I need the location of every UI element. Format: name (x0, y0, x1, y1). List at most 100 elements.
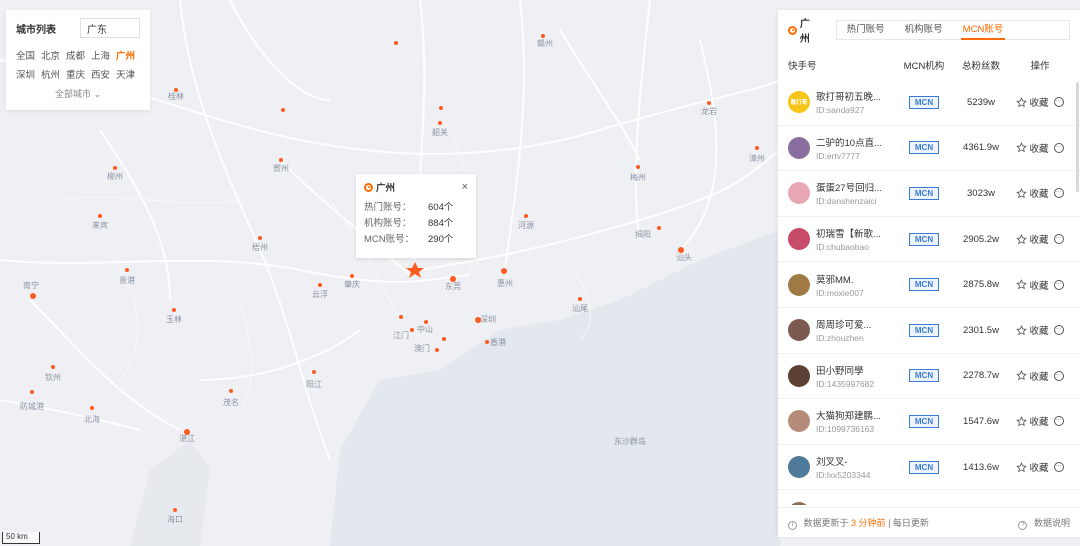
mcn-badge[interactable]: MCN (908, 369, 940, 383)
scrollbar[interactable] (1076, 82, 1079, 192)
popup-stat-value: 290个 (428, 234, 454, 245)
account-name[interactable]: 田小野同學 (816, 363, 896, 377)
popup-city-name: 广州 (376, 183, 396, 194)
table-row[interactable]: 刘叉叉- ID:lxx5203344 MCN 1413.6w 收藏 ··· (778, 445, 1080, 491)
more-icon[interactable]: ··· (1053, 370, 1064, 381)
table-row[interactable]: 二驴的10点直... ID:ertv7777 MCN 4361.9w 收藏 ··… (778, 126, 1080, 172)
help-icon: ? (1018, 520, 1028, 530)
mcn-badge[interactable]: MCN (908, 186, 940, 200)
table-row[interactable]: 周周珍可爱... ID:zhouzhen MCN 2301.5w 收藏 ··· (778, 308, 1080, 354)
account-cell[interactable]: 刘叉叉- ID:lxx5203344 (778, 454, 896, 480)
account-name[interactable]: 周周珍可爱... (816, 317, 896, 331)
account-cell[interactable]: 初瑞雪【新歌... ID:chubaobao (778, 226, 896, 252)
favorite-label: 收藏 (1029, 235, 1049, 247)
map-city-label: 赣州 (537, 38, 553, 48)
close-icon[interactable]: × (462, 181, 468, 193)
table-row[interactable]: 初瑞雪【新歌... ID:chubaobao MCN 2905.2w 收藏 ··… (778, 217, 1080, 263)
city-option[interactable]: 天津 (116, 67, 140, 81)
city-option[interactable]: 西安 (91, 67, 115, 81)
op-cell: 收藏 ··· (1010, 186, 1070, 200)
account-name[interactable]: 歌打哥初五晚... (816, 89, 896, 103)
account-cell[interactable]: 歌打哥 歌打哥初五晚... ID:sanda927 (778, 89, 896, 115)
account-id: ID:danshenzaici (816, 196, 877, 207)
favorite-button[interactable]: 收藏 (1016, 95, 1049, 109)
account-name[interactable]: 大猫狗郑建鹏... (816, 408, 896, 422)
account-cell[interactable]: 二驴的10点直... ID:ertv7777 (778, 135, 896, 161)
favorite-button[interactable]: 收藏 (1016, 323, 1049, 337)
city-grid: 全国 北京 成都 上海 广州 深圳 杭州 重庆 西安 天津 (16, 48, 140, 81)
more-icon[interactable]: ··· (1053, 416, 1064, 427)
more-icon[interactable]: ··· (1053, 97, 1064, 108)
map-city-label: 汕头 (676, 252, 692, 262)
tab-mcn-accounts[interactable]: MCN账号 (953, 21, 1014, 40)
favorite-label: 收藏 (1029, 189, 1049, 201)
table-row[interactable]: 蛋蛋27号回归... ID:danshenzaici MCN 3023w 收藏 … (778, 171, 1080, 217)
op-cell: 收藏 ··· (1010, 369, 1070, 383)
favorite-button[interactable]: 收藏 (1016, 414, 1049, 428)
more-icon[interactable]: ··· (1053, 462, 1064, 473)
data-help-link[interactable]: ? 数据说明 (1018, 516, 1070, 530)
favorite-button[interactable]: 收藏 (1016, 232, 1049, 247)
account-name[interactable]: 二驴的10点直... (816, 135, 896, 149)
all-cities-toggle[interactable]: 全部城市 ⌄ (16, 87, 140, 100)
account-cell[interactable]: 田小野同學 ID:1435997682 (778, 363, 896, 389)
table-header: 快手号 MCN机构 总粉丝数 操作 (778, 50, 1080, 80)
account-cell[interactable]: 周周珍可爱... ID:zhouzhen (778, 317, 896, 343)
account-cell[interactable]: 大猫狗郑建鹏... ID:1099736163 (778, 408, 896, 434)
city-option[interactable]: 成都 (66, 48, 90, 62)
city-search-input[interactable] (80, 18, 140, 38)
tab-org-accounts[interactable]: 机构账号 (895, 21, 953, 39)
mcn-badge[interactable]: MCN (908, 414, 940, 428)
map-city-label: 北海 (84, 414, 100, 424)
op-cell: 收藏 ··· (1010, 460, 1070, 474)
star-icon (1016, 461, 1028, 472)
popup-stat-row: 热门账号： 604个 (364, 200, 468, 216)
favorite-button[interactable]: 收藏 (1016, 141, 1049, 155)
table-row[interactable]: 赵梦澈❤️周 MCN ··· (778, 490, 1080, 505)
city-option-active[interactable]: 广州 (116, 48, 140, 62)
update-prefix: 数据更新于 (803, 517, 849, 528)
city-option[interactable]: 全国 (16, 48, 40, 62)
favorite-button[interactable]: 收藏 (1016, 460, 1049, 474)
fans-count: 4361.9w (963, 142, 999, 154)
favorite-button[interactable]: 收藏 (1016, 186, 1049, 201)
col-header-name: 快手号 (788, 61, 817, 72)
account-cell[interactable]: 赵梦澈❤️周 (778, 501, 896, 505)
favorite-button[interactable]: 收藏 (1016, 369, 1049, 383)
favorite-label: 收藏 (1029, 371, 1049, 383)
mcn-badge[interactable]: MCN (908, 460, 940, 474)
account-name[interactable]: 莫邪MM. (816, 272, 896, 286)
city-option[interactable]: 重庆 (66, 67, 90, 81)
mcn-badge[interactable]: MCN (908, 278, 940, 292)
location-pin-icon (364, 182, 373, 192)
table-row[interactable]: 莫邪MM. ID:moxie007 MCN 2875.8w 收藏 ··· (778, 262, 1080, 308)
account-list[interactable]: 歌打哥 歌打哥初五晚... ID:sanda927 MCN 5239w 收藏 ·… (778, 80, 1080, 505)
more-icon[interactable]: ··· (1053, 142, 1064, 153)
account-cell[interactable]: 蛋蛋27号回归... ID:danshenzaici (778, 180, 896, 206)
map-city-label: 防城港 (20, 401, 44, 411)
mcn-badge[interactable]: MCN (908, 232, 940, 246)
account-name[interactable]: 初瑞雪【新歌... (816, 226, 896, 240)
table-row[interactable]: 田小野同學 ID:1435997682 MCN 2278.7w 收藏 ··· (778, 354, 1080, 400)
account-name[interactable]: 蛋蛋27号回归... (816, 180, 896, 194)
map-city-label: 韶关 (432, 127, 448, 137)
city-option[interactable]: 深圳 (16, 67, 40, 81)
mcn-badge[interactable]: MCN (908, 141, 940, 155)
favorite-button[interactable]: 收藏 (1016, 278, 1049, 292)
more-icon[interactable]: ··· (1053, 279, 1064, 290)
mcn-badge[interactable]: MCN (908, 95, 940, 109)
more-icon[interactable]: ··· (1053, 325, 1064, 336)
city-option[interactable]: 北京 (41, 48, 65, 62)
fans-count: 2875.8w (963, 279, 999, 291)
tab-hot-accounts[interactable]: 热门账号 (837, 21, 895, 39)
city-option[interactable]: 上海 (91, 48, 115, 62)
city-option[interactable]: 杭州 (41, 67, 65, 81)
avatar (788, 319, 810, 342)
account-cell[interactable]: 莫邪MM. ID:moxie007 (778, 272, 896, 298)
mcn-badge[interactable]: MCN (908, 323, 940, 337)
table-row[interactable]: 歌打哥 歌打哥初五晚... ID:sanda927 MCN 5239w 收藏 ·… (778, 80, 1080, 126)
account-name[interactable]: 刘叉叉- (816, 454, 896, 468)
more-icon[interactable]: ··· (1053, 234, 1064, 245)
table-row[interactable]: 大猫狗郑建鹏... ID:1099736163 MCN 1547.6w 收藏 ·… (778, 399, 1080, 445)
more-icon[interactable]: ··· (1053, 188, 1064, 199)
